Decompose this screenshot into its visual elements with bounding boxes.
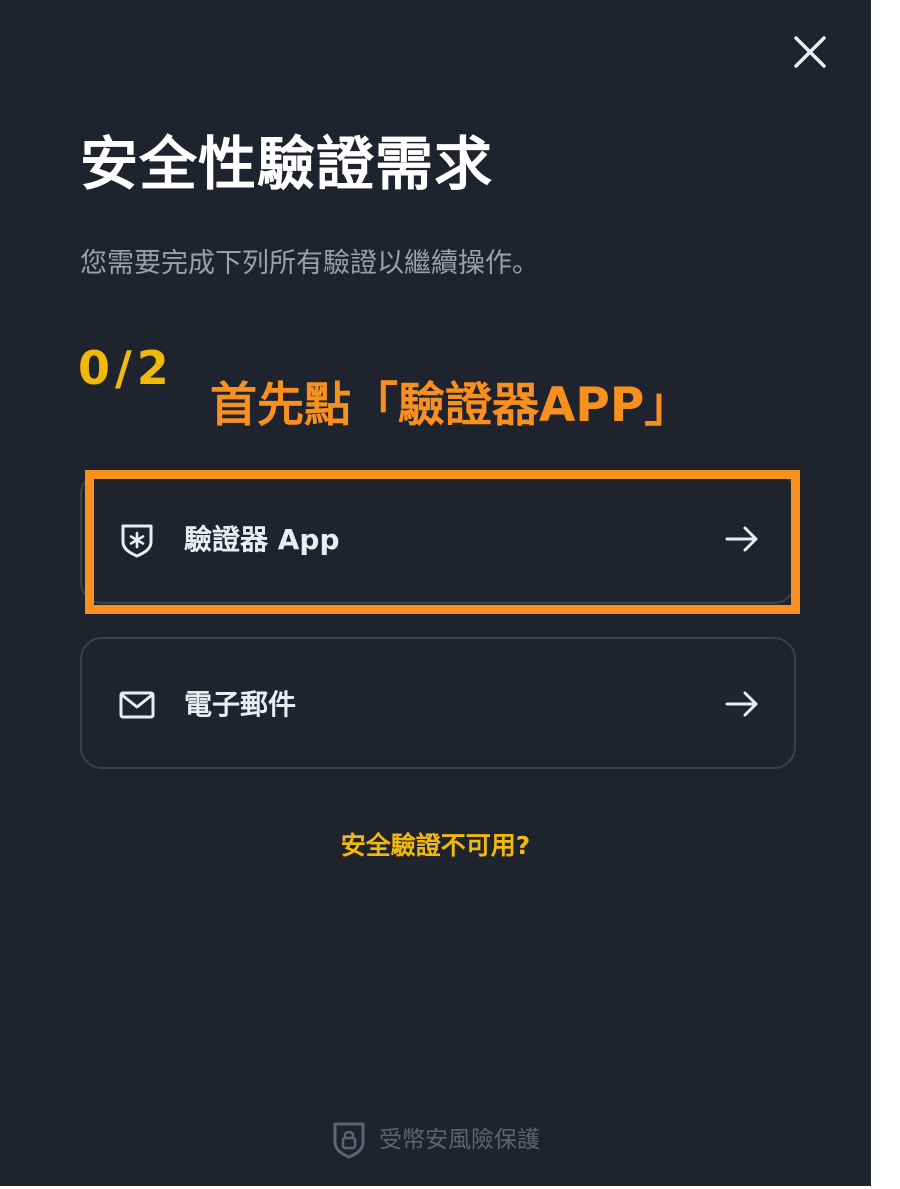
verification-progress: 0/2 xyxy=(78,341,174,395)
security-verification-dialog: 安全性驗證需求 您需要完成下列所有驗證以繼續操作。 0/2 首先點「驗證器APP… xyxy=(0,0,871,1186)
footer-text: 受幣安風險保護 xyxy=(379,1127,540,1153)
email-option[interactable]: 電子郵件 xyxy=(80,637,796,769)
arrow-right-icon xyxy=(725,526,758,552)
authenticator-app-option[interactable]: 驗證器 App xyxy=(80,472,796,604)
dialog-title: 安全性驗證需求 xyxy=(80,130,494,198)
shield-lock-icon xyxy=(333,1122,365,1159)
authenticator-shield-icon xyxy=(121,524,153,558)
mail-icon xyxy=(119,691,155,719)
risk-protection-footer: 受幣安風險保護 xyxy=(0,1118,871,1162)
instruction-annotation: 首先點「驗證器APP」 xyxy=(210,378,692,433)
arrow-right-icon xyxy=(725,691,758,717)
close-button[interactable] xyxy=(788,30,832,74)
dialog-subtitle: 您需要完成下列所有驗證以繼續操作。 xyxy=(80,248,539,279)
close-icon xyxy=(794,36,826,68)
email-label: 電子郵件 xyxy=(184,688,297,721)
verification-unavailable-link[interactable]: 安全驗證不可用? xyxy=(0,826,871,866)
authenticator-app-label: 驗證器 App xyxy=(184,523,340,556)
